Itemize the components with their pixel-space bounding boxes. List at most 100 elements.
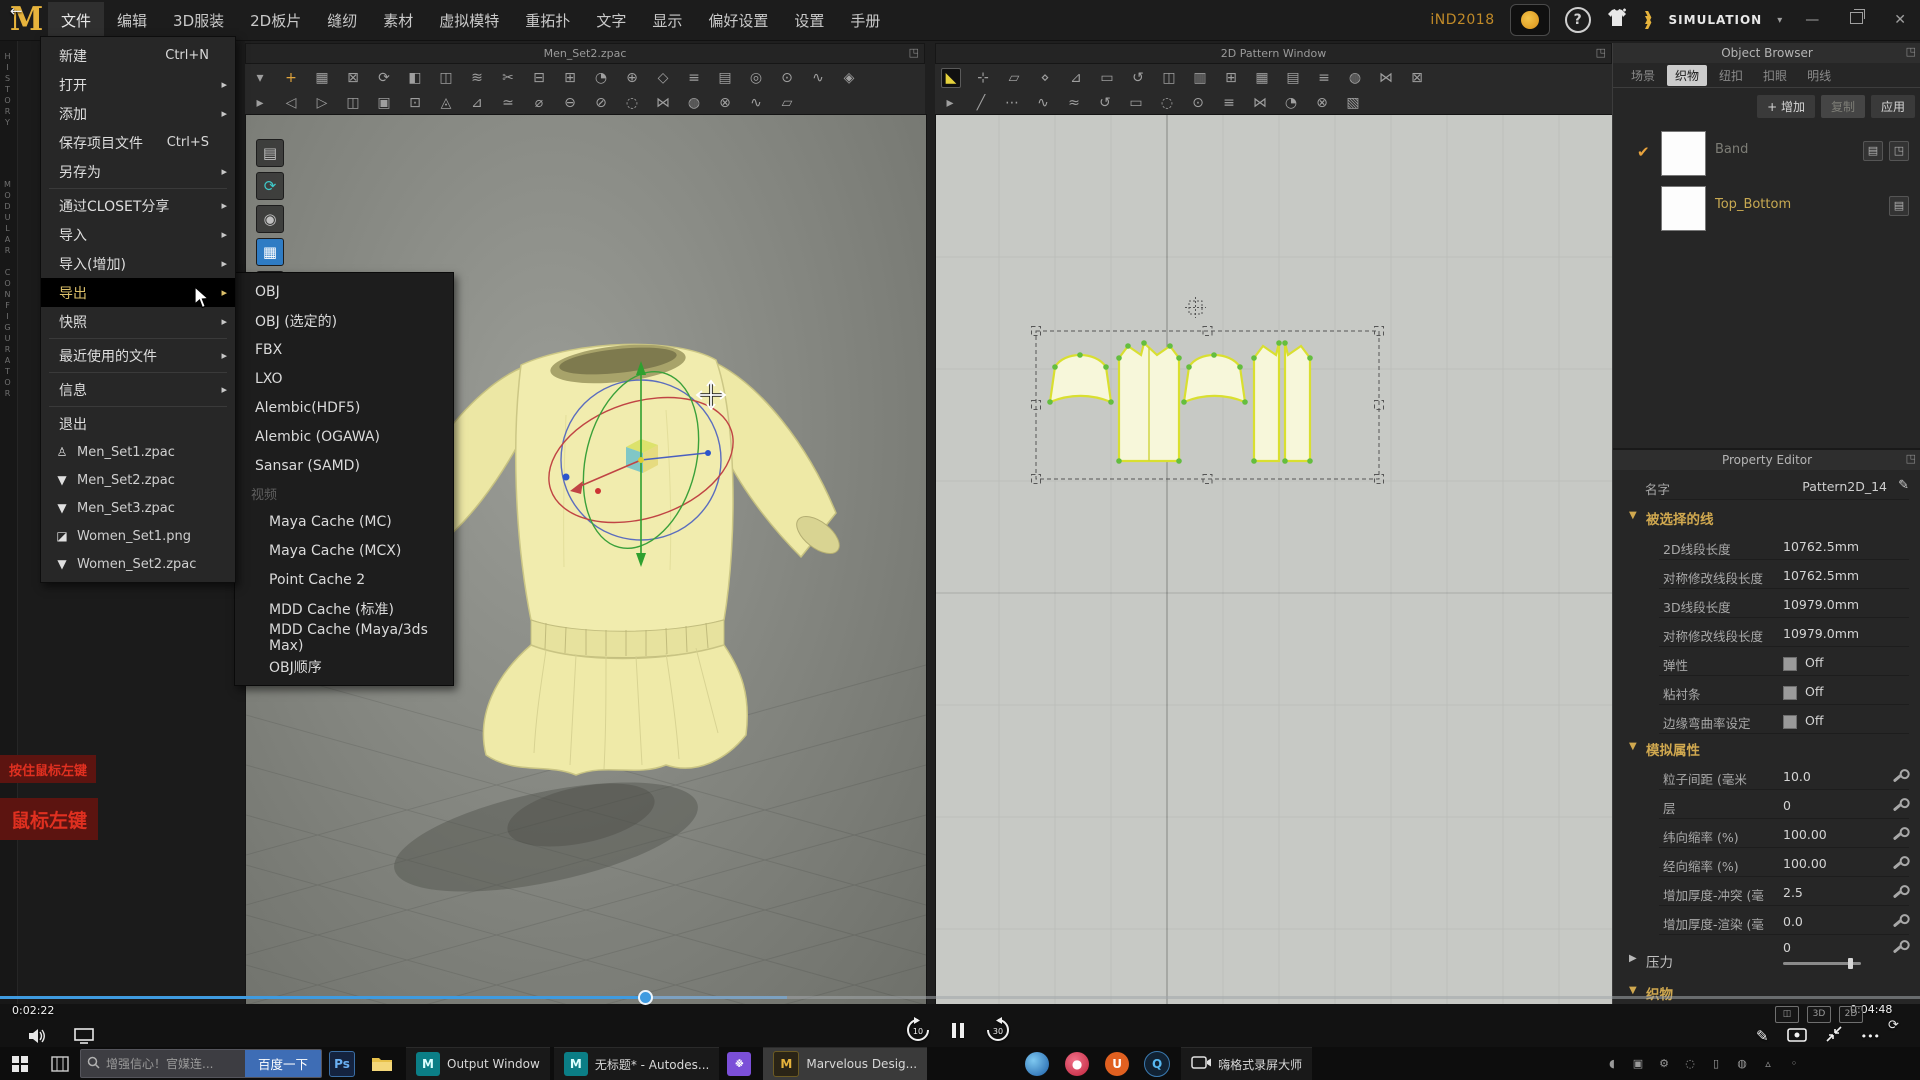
slider-handle[interactable]	[1848, 958, 1853, 969]
clo-logo-icon[interactable]	[1510, 4, 1550, 36]
popout-icon[interactable]: ◳	[909, 46, 919, 59]
toolbar-2d-icon[interactable]: ▧	[1344, 94, 1362, 112]
pressure-slider[interactable]	[1783, 962, 1861, 965]
recent-file-item[interactable]: ▼Men_Set2.zpac	[41, 466, 235, 494]
tray-icon[interactable]: ▯	[1710, 1055, 1722, 1073]
checkbox[interactable]	[1783, 686, 1797, 700]
toolbar-2d-icon[interactable]: ≡	[1220, 94, 1238, 112]
toolbar-3d-icon[interactable]: ◇	[654, 69, 672, 87]
volume-icon[interactable]	[28, 1028, 48, 1048]
export-lxo[interactable]: LXO	[235, 364, 453, 393]
toolbar-2d-icon[interactable]: ⊙	[1189, 94, 1207, 112]
simulation-caret-icon[interactable]: ▾	[1777, 15, 1782, 26]
viewport-2d-canvas[interactable]	[935, 114, 1614, 1006]
tray-icon[interactable]: ◦	[1788, 1055, 1800, 1073]
export-mdd-cache-standard[interactable]: MDD Cache (标准)	[235, 594, 453, 623]
toolbar-3d-icon[interactable]: ◈	[840, 69, 858, 87]
photoshop-icon[interactable]: Ps	[322, 1047, 362, 1080]
add-garment-icon[interactable]	[1606, 8, 1628, 32]
toolbar-3d-icon[interactable]: ⋈	[654, 94, 672, 112]
menu-item-recent-files[interactable]: 最近使用的文件▸	[41, 341, 235, 370]
more-options-icon[interactable]: •••	[1861, 1030, 1880, 1043]
export-obj[interactable]: OBJ	[235, 277, 453, 306]
toolbar-3d-icon[interactable]: ▱	[778, 94, 796, 112]
minimize-button[interactable]: —	[1797, 12, 1827, 28]
menu-item-exit[interactable]: 退出	[41, 409, 235, 438]
taskbar-item-marvelous-designer[interactable]: M Marvelous Desig...	[763, 1047, 927, 1080]
uc-browser-icon[interactable]: U	[1097, 1047, 1137, 1080]
toolbar-3d-icon[interactable]: ⟳	[375, 69, 393, 87]
toolbar-3d-icon[interactable]: ⊙	[778, 69, 796, 87]
tray-icon[interactable]: ▣	[1632, 1055, 1644, 1073]
toolbar-2d-icon[interactable]: ⊿	[1067, 69, 1085, 87]
toolbar-2d-icon[interactable]: ◫	[1160, 69, 1178, 87]
toolbar-3d-icon[interactable]: +	[282, 69, 300, 87]
toolbar-3d-icon[interactable]: ⌀	[530, 94, 548, 112]
export-point-cache-2[interactable]: Point Cache 2	[235, 565, 453, 594]
menu-settings[interactable]: 设置	[781, 2, 837, 39]
display-icon[interactable]	[74, 1028, 94, 1048]
toolbar-2d-icon[interactable]: ▤	[1284, 69, 1302, 87]
collapse-icon[interactable]: ▼	[1629, 510, 1637, 521]
menu-manual[interactable]: 手册	[837, 2, 893, 39]
q-search-app-icon[interactable]: Q	[1137, 1047, 1177, 1080]
toolbar-3d-icon[interactable]: ◫	[344, 94, 362, 112]
menu-text[interactable]: 文字	[583, 2, 639, 39]
layout-2d-icon[interactable]: 2D	[1839, 1006, 1863, 1023]
toolbar-3d-icon[interactable]: ⊡	[406, 94, 424, 112]
toolbar-3d-icon[interactable]: ◎	[747, 69, 765, 87]
baidu-search-button[interactable]: 百度一下	[245, 1050, 321, 1077]
toolbar-2d-icon[interactable]: ◣	[941, 68, 961, 88]
toolbar-3d-icon[interactable]: ▸	[251, 94, 269, 112]
toolbar-3d-icon[interactable]: ≃	[499, 94, 517, 112]
menu-display[interactable]: 显示	[639, 2, 695, 39]
toolbar-2d-icon[interactable]: ▸	[941, 94, 959, 112]
toolbar-2d-icon[interactable]: ⊗	[1313, 94, 1331, 112]
rewind-10-button[interactable]: 10	[905, 1017, 931, 1043]
toolbar-3d-icon[interactable]: ◬	[437, 94, 455, 112]
toolbar-2d-icon[interactable]: ▭	[1127, 94, 1145, 112]
toolbar-2d-icon[interactable]: ◍	[1346, 69, 1364, 87]
toolbar-2d-icon[interactable]: ⊞	[1222, 69, 1240, 87]
export-alembic-ogawa[interactable]: Alembic (OGAWA)	[235, 422, 453, 451]
recent-file-item[interactable]: ▼Men_Set3.zpac	[41, 494, 235, 522]
toolbar-3d-icon[interactable]: ≋	[468, 69, 486, 87]
toolbar-2d-icon[interactable]: ↺	[1129, 69, 1147, 87]
toolbar-2d-icon[interactable]: ╱	[972, 94, 990, 112]
checkbox[interactable]	[1783, 715, 1797, 729]
toolbar-3d-icon[interactable]: ⊗	[716, 94, 734, 112]
menu-item-save-as[interactable]: 另存为▸	[41, 157, 235, 186]
toolbar-3d-icon[interactable]: ⊠	[344, 69, 362, 87]
toolbar-3d-icon[interactable]: ✂	[499, 69, 517, 87]
save-icon[interactable]: ▤	[1863, 141, 1883, 161]
menu-item-share-closet[interactable]: 通过CLOSET分享▸	[41, 191, 235, 220]
menu-material[interactable]: 素材	[370, 2, 426, 39]
menu-item-import[interactable]: 导入▸	[41, 220, 235, 249]
tray-icon[interactable]: ◌	[1684, 1055, 1696, 1073]
toolbar-2d-icon[interactable]: ⋈	[1251, 94, 1269, 112]
toolbar-2d-icon[interactable]: ≈	[1065, 94, 1083, 112]
toolbar-2d-icon[interactable]: ⋈	[1377, 69, 1395, 87]
toolbar-2d-icon[interactable]: ◔	[1282, 94, 1300, 112]
menu-sewing[interactable]: 缝纫	[314, 2, 370, 39]
tray-icon[interactable]: ◍	[1736, 1055, 1748, 1073]
recent-file-item[interactable]: ♙Men_Set1.zpac	[41, 438, 235, 466]
export-alembic-hdf5[interactable]: Alembic(HDF5)	[235, 393, 453, 422]
export-maya-cache-mcx[interactable]: Maya Cache (MCX)	[235, 536, 453, 565]
modular-configurator-tab[interactable]: MODULAR CONFIGURATOR	[3, 180, 12, 400]
menu-item-add[interactable]: 添加▸	[41, 99, 235, 128]
property-value[interactable]: 0	[1783, 798, 1791, 813]
taskbar-item-screen-recorder[interactable]: 嗨格式录屏大师	[1181, 1047, 1312, 1080]
checkbox[interactable]	[1783, 657, 1797, 671]
tab-buttonhole[interactable]: 扣眼	[1755, 65, 1795, 86]
toolbar-3d-icon[interactable]: ◁	[282, 94, 300, 112]
property-value[interactable]: 100.00	[1783, 827, 1827, 842]
export-fbx[interactable]: FBX	[235, 335, 453, 364]
menu-3d-garment[interactable]: 3D服装	[160, 2, 237, 39]
section-selected-line[interactable]: ▼ 被选择的线	[1613, 505, 1920, 529]
toolbar-2d-icon[interactable]: ↺	[1096, 94, 1114, 112]
toolbar-3d-icon[interactable]: ▤	[716, 69, 734, 87]
help-icon[interactable]: ?	[1565, 7, 1591, 33]
toolbar-3d-icon[interactable]: ∿	[809, 69, 827, 87]
toolbar-2d-icon[interactable]: ◌	[1158, 94, 1176, 112]
